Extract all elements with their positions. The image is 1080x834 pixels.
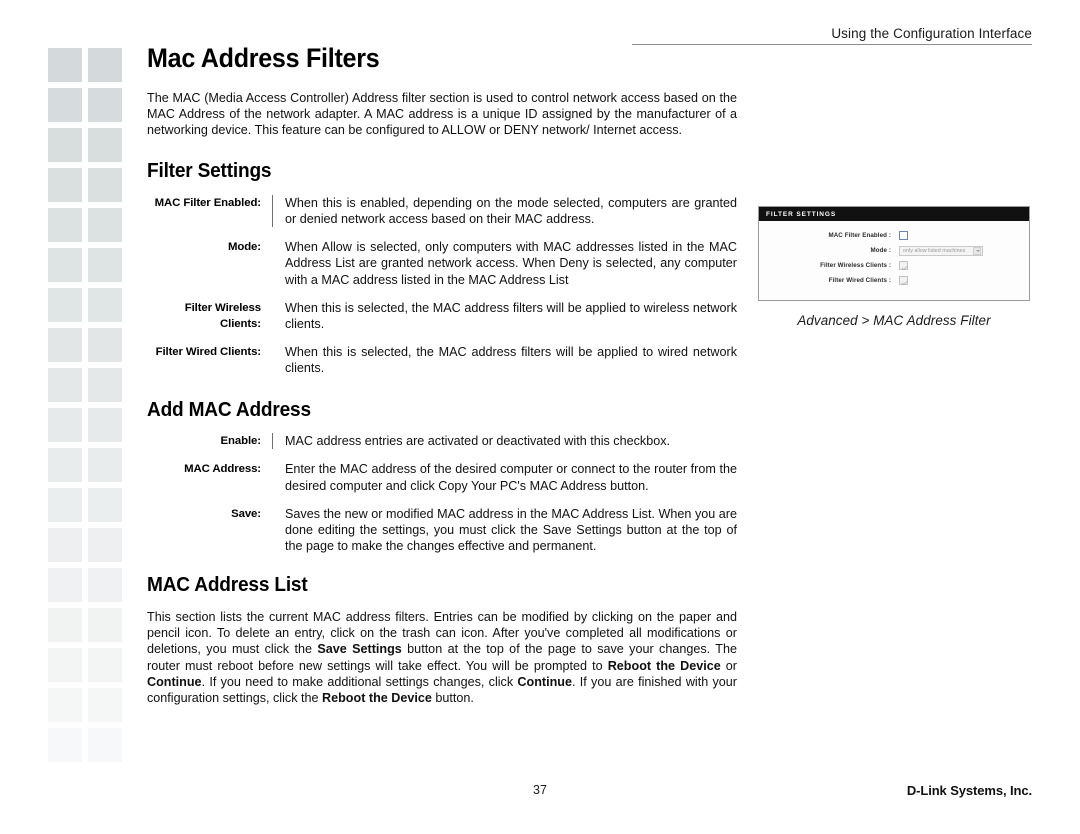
decorative-square (48, 88, 82, 122)
decorative-square (88, 728, 122, 762)
decorative-square (88, 448, 122, 482)
definition-description: MAC address entries are activated or dea… (285, 434, 670, 449)
running-header-text: Using the Configuration Interface (831, 26, 1032, 41)
mac-address-list-paragraph: This section lists the current MAC addre… (147, 609, 737, 706)
decorative-square (88, 568, 122, 602)
decorative-square (88, 168, 122, 202)
decorative-square (88, 688, 122, 722)
definition-list-filter-settings: MAC Filter Enabled: When this is enabled… (147, 194, 737, 377)
decorative-square (88, 648, 122, 682)
form-label-filter-wired-clients: Filter Wired Clients : (828, 277, 891, 284)
decorative-square (48, 488, 82, 522)
definition-term: Save: (231, 507, 261, 520)
panel-header-title: FILTER SETTINGS (759, 207, 1029, 221)
decorative-square (48, 408, 82, 442)
mode-select[interactable]: only allow listed machines (899, 245, 983, 256)
figure-filter-settings-screenshot: FILTER SETTINGS MAC Filter Enabled : Mod… (758, 206, 1030, 328)
decorative-square (88, 48, 122, 82)
decorative-square-grid (48, 48, 122, 768)
definition-term: Filter Wireless Clients: (184, 301, 261, 331)
paragraph-text: or (720, 658, 737, 673)
decorative-square (88, 288, 122, 322)
form-label-mac-filter-enabled: MAC Filter Enabled : (828, 232, 891, 239)
decorative-square (48, 208, 82, 242)
definition-term: Filter Wired Clients: (155, 346, 261, 359)
definition-description: When Allow is selected, only computers w… (285, 240, 737, 287)
decorative-square (48, 448, 82, 482)
filter-wireless-clients-checkbox[interactable] (899, 261, 908, 270)
section-heading-add-mac-address: Add MAC Address (147, 397, 311, 421)
decorative-square (48, 728, 82, 762)
decorative-square (48, 608, 82, 642)
decorative-square (88, 368, 122, 402)
definition-term: MAC Filter Enabled: (154, 196, 261, 209)
definition-description: Saves the new or modified MAC address in… (285, 506, 737, 554)
decorative-square (88, 608, 122, 642)
decorative-square (48, 648, 82, 682)
form-row-mode: Mode : only allow listed machines (759, 245, 1029, 256)
page-title: Mac Address Filters (147, 43, 380, 73)
emphasized-term: Save Settings (317, 642, 402, 657)
definition-description: When this is selected, the MAC address f… (285, 300, 737, 332)
emphasized-term: Reboot the Device (322, 691, 432, 705)
running-header: Using the Configuration Interface (632, 26, 1032, 45)
mode-select-value: only allow listed machines (903, 247, 966, 254)
decorative-square (48, 128, 82, 162)
decorative-square (88, 248, 122, 282)
emphasized-term: Continue (517, 674, 572, 689)
decorative-square (48, 168, 82, 202)
definition-description: When this is selected, the MAC address f… (285, 345, 737, 376)
paragraph-text: . If you need to make additional setting… (201, 674, 518, 689)
decorative-square (48, 528, 82, 562)
definition-term: Mode: (227, 241, 261, 254)
chevron-down-icon (973, 246, 981, 255)
section-heading-mac-address-list: MAC Address List (147, 573, 308, 597)
form-label-filter-wireless-clients: Filter Wireless Clients : (820, 262, 891, 269)
decorative-square (88, 488, 122, 522)
main-content: Mac Address Filters The MAC (Media Acces… (147, 43, 737, 706)
figure-caption: Advanced > MAC Address Filter (797, 313, 991, 328)
footer-company-name: D-Link Systems, Inc. (906, 783, 1032, 798)
decorative-square (48, 568, 82, 602)
decorative-square (48, 48, 82, 82)
decorative-square (48, 288, 82, 322)
decorative-square (88, 408, 122, 442)
intro-paragraph: The MAC (Media Access Controller) Addres… (147, 90, 737, 138)
decorative-square (88, 88, 122, 122)
decorative-square (88, 208, 122, 242)
form-row-mac-filter-enabled: MAC Filter Enabled : (759, 230, 1029, 241)
decorative-square (88, 528, 122, 562)
definition-description: Enter the MAC address of the desired com… (285, 462, 737, 493)
filter-wired-clients-checkbox[interactable] (899, 276, 908, 285)
section-heading-filter-settings: Filter Settings (147, 159, 272, 183)
definition-description: When this is enabled, depending on the m… (285, 195, 737, 227)
emphasized-term: Continue (147, 674, 202, 689)
definition-list-add-mac-address: Enable: MAC address entries are activate… (147, 433, 737, 554)
decorative-square (48, 368, 82, 402)
paragraph-text: button. (431, 691, 474, 705)
form-label-mode: Mode : (870, 247, 891, 254)
form-row-filter-wired-clients: Filter Wired Clients : (759, 275, 1029, 286)
decorative-square (88, 328, 122, 362)
decorative-square (48, 328, 82, 362)
definition-term: MAC Address: (184, 463, 261, 476)
form-row-filter-wireless-clients: Filter Wireless Clients : (759, 260, 1029, 271)
decorative-square (48, 248, 82, 282)
definition-term: Enable: (220, 435, 262, 448)
panel-body: MAC Filter Enabled : Mode : only allow l… (759, 221, 1029, 300)
decorative-square (88, 128, 122, 162)
mac-filter-enabled-checkbox[interactable] (899, 231, 908, 240)
emphasized-term: Reboot the Device (607, 658, 721, 673)
decorative-square (48, 688, 82, 722)
router-panel: FILTER SETTINGS MAC Filter Enabled : Mod… (758, 206, 1030, 301)
